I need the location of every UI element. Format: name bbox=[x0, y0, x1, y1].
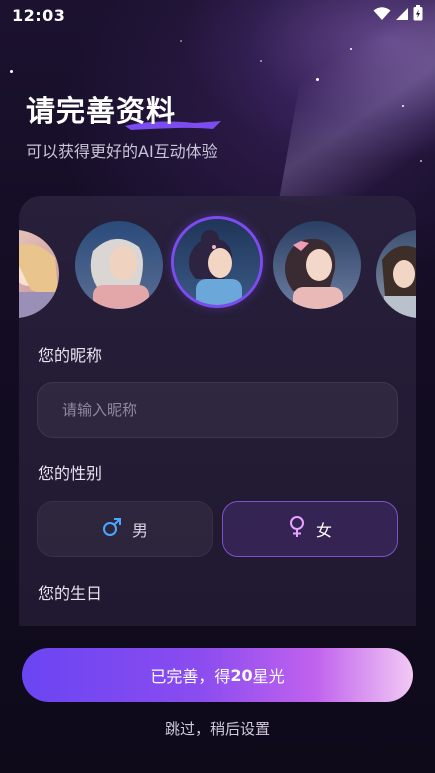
star bbox=[180, 40, 182, 42]
star bbox=[350, 48, 352, 50]
page-title: 请完善资料 bbox=[26, 94, 177, 128]
wifi-icon bbox=[373, 6, 391, 25]
birthday-label: 您的生日 bbox=[38, 584, 103, 603]
star bbox=[420, 160, 422, 162]
gender-female-label: 女 bbox=[315, 521, 332, 540]
nickname-label: 您的昵称 bbox=[38, 346, 103, 365]
star bbox=[402, 105, 404, 107]
star bbox=[316, 78, 319, 81]
avatar-partial-right[interactable] bbox=[376, 230, 416, 318]
star bbox=[260, 60, 262, 62]
title-wrap: 请完善资料 bbox=[26, 88, 221, 130]
star bbox=[10, 70, 13, 73]
signal-icon bbox=[395, 6, 409, 25]
male-icon bbox=[102, 517, 122, 541]
status-icons bbox=[373, 5, 423, 25]
gender-female-button[interactable]: 女 bbox=[222, 501, 398, 557]
complete-button-suffix: 星光 bbox=[252, 667, 285, 686]
status-bar: 12:03 bbox=[0, 0, 435, 30]
avatar-girl-pink-bow[interactable] bbox=[273, 221, 361, 309]
status-time: 12:03 bbox=[12, 5, 66, 25]
avatar-carousel[interactable] bbox=[19, 218, 416, 318]
avatar-girl-bun-selected[interactable] bbox=[174, 219, 260, 305]
skip-link[interactable]: 跳过，稍后设置 bbox=[0, 718, 435, 739]
profile-card: 您的昵称 您的性别 男 女 您的生日 bbox=[19, 196, 416, 626]
gender-label: 您的性别 bbox=[38, 464, 103, 483]
gender-male-button[interactable]: 男 bbox=[37, 501, 213, 557]
battery-icon bbox=[413, 5, 423, 25]
avatar-partial-left[interactable] bbox=[19, 230, 59, 318]
nickname-input[interactable] bbox=[37, 382, 398, 438]
complete-button-number: 20 bbox=[230, 665, 253, 685]
gender-male-label: 男 bbox=[131, 521, 148, 540]
avatar-gray-haired-woman[interactable] bbox=[75, 221, 163, 309]
female-icon bbox=[288, 516, 306, 542]
page-subtitle: 可以获得更好的AI互动体验 bbox=[26, 142, 218, 161]
complete-button-prefix: 已完善，得 bbox=[150, 667, 231, 686]
complete-profile-button[interactable]: 已完善，得 20 星光 bbox=[22, 648, 413, 702]
